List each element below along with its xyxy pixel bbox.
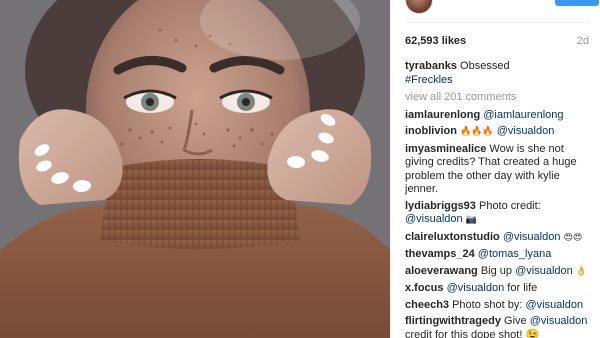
comment-text: 😍😍	[563, 232, 583, 243]
comment-text: Photo shot by:	[452, 298, 523, 311]
comment-text: credit for this dope shot! 😉	[405, 328, 540, 338]
comment-username[interactable]: imyasminealice	[405, 143, 486, 155]
avatar[interactable]	[405, 0, 433, 14]
caption-hashtag[interactable]: #Freckles	[405, 74, 453, 86]
comment-mention[interactable]: @visualdon	[497, 125, 555, 137]
comment-mention[interactable]: @visualdon	[503, 231, 561, 243]
caption-text: Obsessed	[460, 60, 510, 72]
comment-text: 👌	[575, 266, 588, 277]
comment-item: iamlaurenlong @iamlaurenlong	[405, 109, 595, 123]
comment-text: 🔥🔥🔥	[460, 127, 494, 137]
comment-text: 📷	[465, 215, 477, 225]
comment-item: thevamps_24 @tomas_lyana	[405, 248, 595, 262]
comment-item: inoblivion 🔥🔥🔥 @visualdon	[405, 125, 595, 140]
comment-item: imyasminealice Wow is she not giving cre…	[405, 143, 595, 197]
comment-username[interactable]: lydiabriggs93	[405, 200, 476, 212]
comment-mention[interactable]: @visualdon	[447, 282, 505, 294]
comments-list: tyrabanks Obsessed #Freckles view all 20…	[405, 60, 595, 338]
comment-username[interactable]: claireluxtonstudio	[405, 231, 500, 243]
instagram-post-modal: 62,593 likes 2d tyrabanks Obsessed #Frec…	[0, 0, 600, 338]
comment-text: Give	[504, 315, 527, 327]
comment-mention[interactable]: @tomas_lyana	[478, 248, 552, 260]
portrait-illustration	[0, 0, 390, 338]
comment-item: claireluxtonstudio @visualdon 😍😍	[405, 231, 595, 246]
comment-text: Big up	[480, 264, 513, 277]
comment-username[interactable]: x.focus	[405, 282, 444, 294]
comment-item: lydiabriggs93 Photo credit: @visualdon 📷	[405, 200, 595, 228]
post-time: 2d	[576, 35, 589, 47]
comment-username[interactable]: flirtingwithtragedy	[405, 315, 501, 327]
comment-text: Photo credit:	[478, 199, 541, 212]
follow-button[interactable]	[555, 0, 599, 6]
comment-item: flirtingwithtragedy Give @visualdon cred…	[405, 315, 595, 338]
comment-username[interactable]: aloeverawang	[405, 265, 478, 277]
comment-item: aloeverawang Big up @visualdon 👌	[405, 265, 595, 280]
comment-mention[interactable]: @visualdon	[530, 315, 588, 327]
comment-mention[interactable]: @visualdon	[525, 299, 583, 311]
likes-count[interactable]: 62,593 likes	[405, 35, 466, 47]
caption-username[interactable]: tyrabanks	[405, 60, 457, 72]
view-all-comments-link[interactable]: view all 201 comments	[405, 91, 595, 105]
post-side-panel: 62,593 likes 2d tyrabanks Obsessed #Frec…	[390, 0, 600, 338]
comment-mention[interactable]: @visualdon	[515, 265, 573, 277]
comment-username[interactable]: iamlaurenlong	[405, 109, 480, 121]
caption: tyrabanks Obsessed #Freckles	[405, 60, 595, 87]
comment-username[interactable]: inoblivion	[405, 125, 457, 137]
comment-username[interactable]: cheech3	[405, 299, 449, 311]
comment-item: cheech3 Photo shot by: @visualdon	[405, 299, 595, 313]
divider	[405, 22, 591, 23]
comment-mention[interactable]: @iamlaurenlong	[483, 109, 563, 121]
comment-mention[interactable]: @visualdon	[405, 213, 463, 225]
comment-username[interactable]: thevamps_24	[405, 248, 475, 260]
comment-text: for life	[507, 282, 538, 294]
comment-item: x.focus @visualdon for life	[405, 282, 595, 296]
post-photo[interactable]	[0, 0, 390, 338]
